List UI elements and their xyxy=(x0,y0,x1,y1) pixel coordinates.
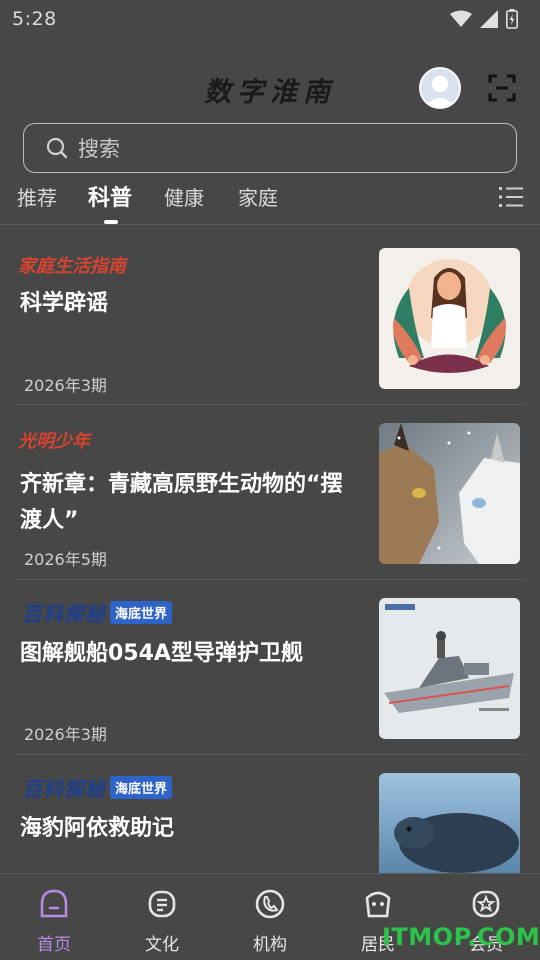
article-date: 2026年3期 xyxy=(24,376,107,395)
article-date: 2026年3期 xyxy=(24,725,107,744)
brand-sub-badge: 海底世界 xyxy=(110,601,173,624)
lynx-photo xyxy=(379,423,520,564)
meditation-illustration xyxy=(393,259,506,373)
scan-icon[interactable] xyxy=(488,74,516,102)
article-source: 家庭生活指南 xyxy=(18,256,126,277)
tab-family[interactable]: 家庭 xyxy=(238,182,278,211)
article-card[interactable]: 家庭生活指南 科学辟谣 2026年3期 xyxy=(14,230,525,405)
article-source: 光明少年 xyxy=(18,431,90,452)
article-source-logo: 百科探秘 海底世界 xyxy=(22,598,173,627)
article-title: 海豹阿依救助记 xyxy=(20,816,175,841)
institution-icon xyxy=(255,889,285,919)
article-card[interactable]: 百科探秘 海底世界 海豹阿依救助记 xyxy=(14,755,525,873)
warship-diagram xyxy=(384,604,514,713)
home-icon xyxy=(40,889,68,918)
wifi-icon xyxy=(450,10,472,27)
nav-institution[interactable]: 机构 xyxy=(216,874,324,960)
article-title: 图解舰船054A型导弹护卫舰 xyxy=(20,641,303,666)
article-thumbnail xyxy=(379,598,520,739)
article-thumbnail xyxy=(379,248,520,389)
nav-label: 文化 xyxy=(145,935,179,955)
article-source-logo: 百科探秘 海底世界 xyxy=(22,773,173,802)
tab-health[interactable]: 健康 xyxy=(164,182,204,211)
status-icons xyxy=(450,9,518,29)
menu-list-icon[interactable] xyxy=(499,186,523,208)
brand-sub-badge: 海底世界 xyxy=(110,776,173,799)
article-card[interactable]: 百科探秘 海底世界 图解舰船054A型导弹护卫舰 2026年3期 xyxy=(14,580,525,755)
article-title: 科学辟谣 xyxy=(20,291,109,316)
brand-name: 百科探秘 xyxy=(22,602,106,626)
nav-label: 机构 xyxy=(253,935,287,955)
user-avatar-icon xyxy=(425,76,455,107)
article-date: 2026年5期 xyxy=(24,550,107,569)
tabs-divider xyxy=(0,224,540,225)
search-placeholder: 搜索 xyxy=(78,137,120,161)
status-bar: 5:28 xyxy=(0,0,540,38)
search-input[interactable]: 搜索 xyxy=(23,123,517,173)
brand-name: 百科探秘 xyxy=(22,777,106,801)
article-feed: 家庭生活指南 科学辟谣 2026年3期 光明少年 齐新章：青藏高原野生动物的“摆… xyxy=(0,230,540,873)
app-header: 数字淮南 xyxy=(0,60,540,116)
nav-label: 首页 xyxy=(37,935,71,955)
resident-icon xyxy=(365,891,391,918)
seal-photo xyxy=(394,813,519,873)
status-time: 5:28 xyxy=(12,8,57,30)
watermark: ITMOP.COM xyxy=(382,923,540,951)
nav-culture[interactable]: 文化 xyxy=(108,874,216,960)
member-icon xyxy=(472,890,500,918)
nav-home[interactable]: 首页 xyxy=(0,874,108,960)
culture-icon xyxy=(148,890,176,918)
tab-recommend[interactable]: 推荐 xyxy=(17,182,57,211)
article-thumbnail xyxy=(379,773,520,873)
avatar[interactable] xyxy=(419,67,461,109)
signal-icon xyxy=(480,10,498,28)
article-title: 齐新章：青藏高原野生动物的“摆渡人” xyxy=(20,472,343,533)
search-icon xyxy=(46,137,68,159)
tab-science[interactable]: 科普 xyxy=(88,180,132,212)
category-tabs: 推荐 科普 健康 家庭 xyxy=(0,178,540,224)
article-card[interactable]: 光明少年 齐新章：青藏高原野生动物的“摆渡人” 2026年5期 xyxy=(14,405,525,580)
battery-icon xyxy=(506,9,518,29)
article-thumbnail xyxy=(379,423,520,564)
